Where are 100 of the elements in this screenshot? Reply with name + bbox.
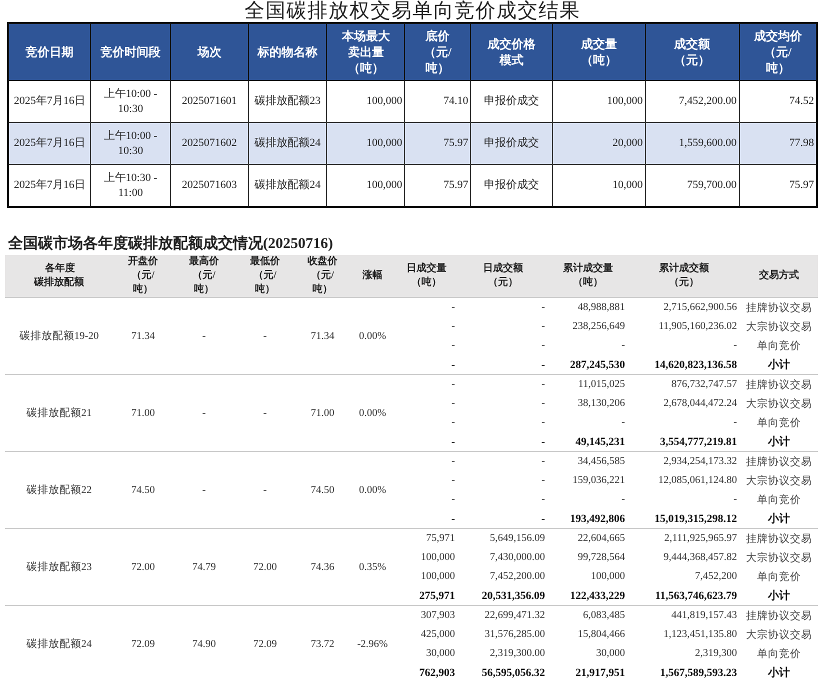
table-cell: 3,554,777,219.81 xyxy=(628,432,740,452)
table-cell: 74.36 xyxy=(295,528,350,606)
table-cell: - xyxy=(395,374,458,394)
table-cell: - xyxy=(458,298,548,317)
table-cell-text: 2,678,044,472.24 xyxy=(662,397,738,411)
table-cell-text: 100,000 xyxy=(590,570,626,584)
table-cell: 73.72 xyxy=(295,606,350,682)
table-cell: 小计 xyxy=(740,432,818,452)
table-cell-text: - xyxy=(540,493,546,507)
table-cell-text: 2,319,300 xyxy=(694,647,738,661)
table-cell: 小计 xyxy=(740,355,818,374)
table-cell: 小计 xyxy=(740,509,818,528)
table-cell: 77.98 xyxy=(739,122,817,164)
table-cell: 275,971 xyxy=(395,586,458,606)
column-header: 场次 xyxy=(170,23,248,80)
table-cell: 挂牌协议交易 xyxy=(740,606,818,625)
table-cell-text: 大宗协议交易 xyxy=(745,397,813,412)
column-header: 竞价时间段 xyxy=(90,23,170,80)
column-header: 累计成交额（元） xyxy=(628,255,740,298)
column-header: 最高价（元/吨） xyxy=(173,255,235,298)
table-cell: 72.09 xyxy=(235,606,295,682)
table-cell: - xyxy=(173,452,235,528)
table-cell-text: 1,567,589,593.23 xyxy=(659,666,738,680)
table-cell: 48,988,881 xyxy=(548,298,628,317)
table-cell: - xyxy=(395,509,458,528)
table-cell-text: - xyxy=(620,416,626,430)
table-cell: 挂牌协议交易 xyxy=(740,298,818,317)
table-cell-text: - xyxy=(540,397,546,411)
table-cell-text: 425,000 xyxy=(420,628,456,642)
table-cell-text: 大宗协议交易 xyxy=(745,551,813,566)
table-cell: 2,715,662,900.56 xyxy=(628,298,740,317)
table-cell-text: 大宗协议交易 xyxy=(745,628,813,642)
table-cell: 碳排放配额22 xyxy=(5,452,113,528)
table-cell: 193,492,806 xyxy=(548,509,628,528)
column-header: 涨幅 xyxy=(350,255,395,298)
table-cell-text: 11,905,160,236.02 xyxy=(658,320,738,334)
table-cell: - xyxy=(173,298,235,374)
table-cell: - xyxy=(395,298,458,317)
column-header: 竞价日期 xyxy=(8,23,91,80)
table-cell: 2025071602 xyxy=(170,122,248,164)
table-cell: 6,083,485 xyxy=(548,606,628,625)
table-cell: 14,620,823,136.58 xyxy=(628,355,740,374)
table-cell-text: 31,576,285.00 xyxy=(484,628,546,642)
table-cell-text: - xyxy=(540,474,546,488)
table-cell: 441,819,157.43 xyxy=(628,606,740,625)
column-header: 成交量（吨） xyxy=(552,23,646,80)
table-cell: 49,145,231 xyxy=(548,432,628,452)
column-header: 标的物名称 xyxy=(248,23,327,80)
table-cell-text: 9,444,368,457.82 xyxy=(662,551,738,565)
table-cell: 0.00% xyxy=(350,452,395,528)
table-cell-text: 7,430,000.00 xyxy=(488,551,546,565)
table-cell: 75.97 xyxy=(404,122,471,164)
table-cell-text: 2,319,300.00 xyxy=(488,647,546,661)
table-cell-text: 小计 xyxy=(766,666,791,681)
table-cell-text: - xyxy=(450,416,456,430)
table-cell: - xyxy=(395,432,458,452)
table-cell: 2,111,925,965.97 xyxy=(628,528,740,548)
table-cell: 100,000 xyxy=(326,122,405,164)
table-cell: - xyxy=(235,452,295,528)
table-cell-text: 12,085,061,124.80 xyxy=(657,474,738,488)
column-header: 成交额（元） xyxy=(645,23,740,80)
table-cell: - xyxy=(235,374,295,452)
table-cell: - xyxy=(173,374,235,452)
table-cell: - xyxy=(235,298,295,374)
column-header: 成交均价（元/吨） xyxy=(739,23,817,80)
table-cell-text: - xyxy=(450,493,456,507)
table-cell-text: 15,804,466 xyxy=(576,628,626,642)
table-cell: 15,019,315,298.12 xyxy=(628,509,740,528)
table-cell: 小计 xyxy=(740,586,818,606)
table-cell: 碳排放配额24 xyxy=(248,122,327,164)
page-title: 全国碳排放权交易单向竞价成交结果 xyxy=(244,0,582,22)
table-cell: 1,559,600.00 xyxy=(645,122,740,164)
table-cell-text: 7,452,200.00 xyxy=(488,570,546,584)
table-cell: 74.79 xyxy=(173,528,235,606)
table-cell: 74.50 xyxy=(113,452,173,528)
table-cell: 20,531,356.09 xyxy=(458,586,548,606)
table-cell-text: 99,728,564 xyxy=(576,551,626,565)
column-header: 开盘价（元/吨） xyxy=(113,255,173,298)
column-header: 累计成交量（吨） xyxy=(548,255,628,298)
column-header: 最低价（元/吨） xyxy=(235,255,295,298)
table-cell-text: 762,903 xyxy=(418,666,456,680)
table-cell-text: 238,256,649 xyxy=(572,320,626,334)
table-cell-text: - xyxy=(540,339,546,353)
table-cell-text: - xyxy=(540,416,546,430)
table-cell: 876,732,747.57 xyxy=(628,374,740,394)
table-cell-text: - xyxy=(450,320,456,334)
table-cell: 122,433,229 xyxy=(548,586,628,606)
table-cell: 碳排放配额21 xyxy=(5,374,113,452)
table-cell-text: 159,036,221 xyxy=(572,474,626,488)
table-cell-text: - xyxy=(620,339,626,353)
table-cell: 75,971 xyxy=(395,528,458,548)
table-cell: 22,699,471.32 xyxy=(458,606,548,625)
table-cell: 碳排放配额24 xyxy=(5,606,113,682)
column-header: 日成交量（吨） xyxy=(395,255,458,298)
column-header: 收盘价（元/吨） xyxy=(295,255,350,298)
table-cell: 71.34 xyxy=(113,298,173,374)
table-cell: 2,934,254,173.32 xyxy=(628,452,740,471)
table-cell-text: 单向竞价 xyxy=(756,416,802,430)
table-cell-text: 1,123,451,135.80 xyxy=(662,628,738,642)
table-cell-text: - xyxy=(732,493,738,507)
